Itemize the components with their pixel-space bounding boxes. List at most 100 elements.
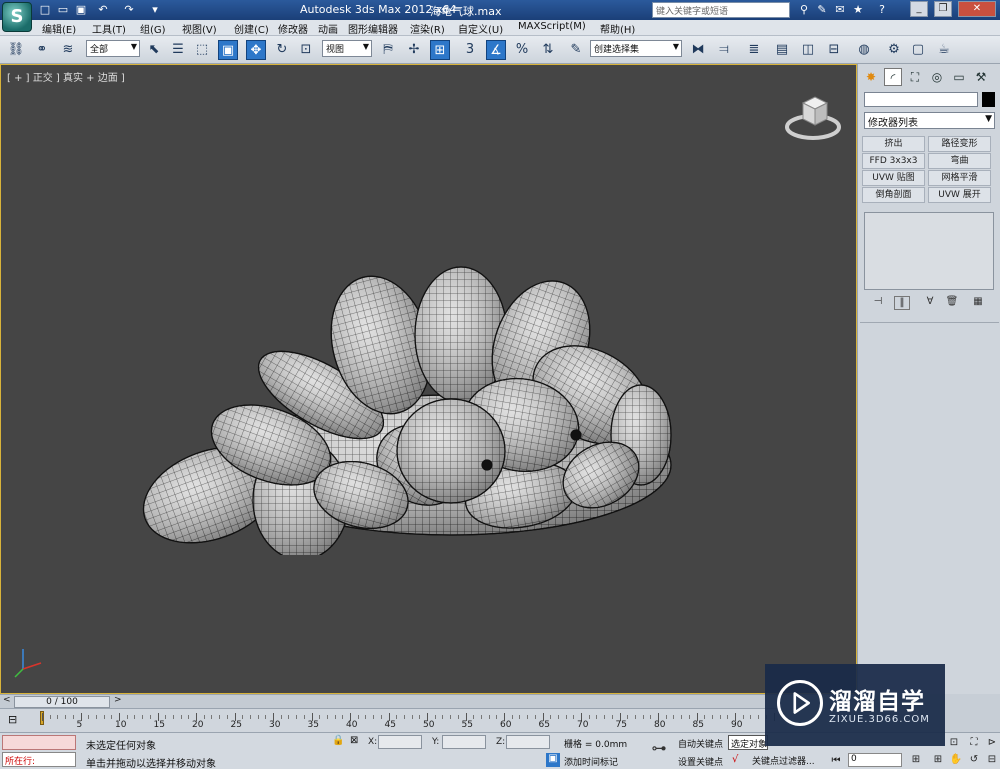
menu-customize[interactable]: 自定义(U) <box>458 21 503 36</box>
reference-coord-dropdown[interactable]: 视图 ▼ <box>322 40 372 57</box>
minimize-button[interactable]: _ <box>910 1 928 17</box>
time-slider-thumb[interactable]: 0 / 100 <box>14 696 110 708</box>
tools-icon[interactable]: ✎ <box>814 2 830 18</box>
menu-views[interactable]: 视图(V) <box>182 21 217 36</box>
link-icon[interactable]: ⛓ <box>6 40 26 60</box>
help-icon[interactable]: ? <box>874 2 890 18</box>
track-bar[interactable]: ⊟ 5 10 15 20 25 30 35 40 45 50 55 60 65 70 75 80 85 90 <box>0 708 780 732</box>
modifier-list-dropdown[interactable]: 修改器列表 ▼ <box>864 112 995 129</box>
menu-maxscript[interactable]: MAXScript(M) <box>518 21 586 32</box>
y-coordinate-field[interactable] <box>442 735 486 749</box>
time-slider-prev-icon[interactable]: < <box>3 695 11 705</box>
z-coordinate-field[interactable] <box>506 735 550 749</box>
mini-curve-editor-icon[interactable]: ⊟ <box>8 713 17 726</box>
angle-snap-icon[interactable]: ∡ <box>486 40 506 60</box>
render-setup-icon[interactable]: ⚙ <box>884 40 904 60</box>
search-input[interactable]: 键入关键字或短语 <box>652 2 790 18</box>
modifier-button-meshsmooth[interactable]: 网格平滑 <box>928 170 991 186</box>
modifier-button-bevel-profile[interactable]: 倒角剖面 <box>862 187 925 203</box>
select-and-rotate-icon[interactable]: ↻ <box>272 40 292 60</box>
schematic-view-icon[interactable]: ⊟ <box>824 40 844 60</box>
render-production-icon[interactable]: ☕ <box>934 40 954 60</box>
running-line[interactable]: 所在行: <box>2 752 76 767</box>
select-and-scale-icon[interactable]: ⊡ <box>296 40 316 60</box>
key-filter-icon[interactable]: √ <box>732 754 738 765</box>
unlink-icon[interactable]: ⚭ <box>32 40 52 60</box>
restore-button[interactable]: ❐ <box>934 1 952 17</box>
window-crossing-icon[interactable]: ▣ <box>218 40 238 60</box>
curve-editor-icon[interactable]: ◫ <box>798 40 818 60</box>
set-key-button[interactable]: 设置关键点 <box>678 755 723 768</box>
select-object-icon[interactable]: ⬉ <box>144 40 164 60</box>
perspective-viewport[interactable]: [ + ] 正交 ] 真实 + 边面 ] <box>0 64 857 694</box>
mirror-icon[interactable]: ⧓ <box>688 40 708 60</box>
zoom-extents-icon[interactable]: ⊡ <box>946 737 962 751</box>
edit-named-selection-icon[interactable]: ✎ <box>566 40 586 60</box>
app-logo-button[interactable]: S <box>2 2 32 32</box>
lock-icon[interactable]: 🔒 <box>332 735 344 749</box>
keyboard-shortcut-override-icon[interactable]: ⊞ <box>430 40 450 60</box>
configure-modifier-sets-icon[interactable]: ▦ <box>970 296 986 310</box>
align-icon[interactable]: ⫤ <box>714 40 734 60</box>
save-file-icon[interactable]: ▣ <box>74 3 88 17</box>
time-slider-next-icon[interactable]: > <box>114 695 122 705</box>
key-filters-button[interactable]: 关键点过滤器... <box>752 754 815 767</box>
current-frame-field[interactable]: 0 <box>848 753 902 767</box>
close-button[interactable]: ✕ <box>958 1 996 17</box>
spinner-snap-icon[interactable]: ⇅ <box>538 40 558 60</box>
quick-access-dropdown-icon[interactable]: ▾ <box>148 3 162 17</box>
redo-icon[interactable]: ↷ <box>122 3 136 17</box>
utilities-tab-icon[interactable]: ⚒ <box>972 68 990 86</box>
auto-key-button[interactable]: 自动关键点 <box>678 737 723 750</box>
bind-spacewarp-icon[interactable]: ≋ <box>58 40 78 60</box>
new-file-icon[interactable]: □ <box>38 3 52 17</box>
selection-filter-dropdown[interactable]: 全部 ▼ <box>86 40 140 57</box>
menu-graph-editors[interactable]: 图形编辑器 <box>348 21 398 36</box>
go-to-start-icon[interactable]: ⏮ <box>828 755 844 769</box>
motion-tab-icon[interactable]: ◎ <box>928 68 946 86</box>
modifier-button-bend[interactable]: 弯曲 <box>928 153 991 169</box>
open-file-icon[interactable]: ▭ <box>56 3 70 17</box>
communication-icon[interactable]: ✉ <box>832 2 848 18</box>
viewcube-icon[interactable] <box>781 85 845 149</box>
menu-animation[interactable]: 动画 <box>318 21 338 36</box>
remove-modifier-icon[interactable]: 🗑 <box>944 296 960 310</box>
field-of-view-icon[interactable]: ⊳ <box>984 737 1000 751</box>
pivot-center-icon[interactable]: ⛿ <box>378 40 398 60</box>
object-color-swatch[interactable] <box>982 92 995 107</box>
modifier-button-uvw-map[interactable]: UVW 贴图 <box>862 170 925 186</box>
object-name-field[interactable] <box>864 92 978 107</box>
time-tag-icon[interactable]: ▣ <box>546 753 560 767</box>
orbit-icon[interactable]: ↺ <box>966 754 982 768</box>
balloon-turtle-model[interactable] <box>121 195 681 555</box>
set-key-icon[interactable]: ⊶ <box>646 739 672 759</box>
selection-lock-icon[interactable]: ⊠ <box>350 735 362 749</box>
pin-stack-icon[interactable]: ⊣ <box>870 296 886 310</box>
favorites-icon[interactable]: ★ <box>850 2 866 18</box>
time-slider[interactable]: < 0 / 100 > <box>0 694 857 708</box>
hierarchy-tab-icon[interactable]: ⛶ <box>906 68 924 86</box>
add-time-tag[interactable]: 添加时间标记 <box>564 755 618 768</box>
select-and-move-icon[interactable]: ✥ <box>246 40 266 60</box>
modifier-button-ffd[interactable]: FFD 3x3x3 <box>862 153 925 169</box>
x-coordinate-field[interactable] <box>378 735 422 749</box>
snaps-toggle-icon[interactable]: 3 <box>460 40 480 60</box>
key-mode-dropdown[interactable]: 选定对象 <box>728 735 768 750</box>
undo-icon[interactable]: ↶ <box>96 3 110 17</box>
zoom-icon[interactable]: ⊞ <box>930 754 946 768</box>
modifier-button-unwrap-uvw[interactable]: UVW 展开 <box>928 187 991 203</box>
select-manipulate-icon[interactable]: ✢ <box>404 40 424 60</box>
rendered-frame-window-icon[interactable]: ▢ <box>908 40 928 60</box>
menu-help[interactable]: 帮助(H) <box>600 21 635 36</box>
named-selection-dropdown[interactable]: 创建选择集 ▼ <box>590 40 682 57</box>
modify-tab-icon[interactable]: ◜ <box>884 68 902 86</box>
pan-icon[interactable]: ✋ <box>948 754 964 768</box>
modifier-button-extrude[interactable]: 挤出 <box>862 136 925 152</box>
menu-edit[interactable]: 编辑(E) <box>42 21 76 36</box>
menu-rendering[interactable]: 渲染(R) <box>410 21 445 36</box>
material-editor-icon[interactable]: ◍ <box>854 40 874 60</box>
select-by-name-icon[interactable]: ☰ <box>168 40 188 60</box>
percent-snap-icon[interactable]: % <box>512 40 532 60</box>
maxscript-listener[interactable] <box>2 735 76 750</box>
make-unique-icon[interactable]: ∀ <box>922 296 938 310</box>
